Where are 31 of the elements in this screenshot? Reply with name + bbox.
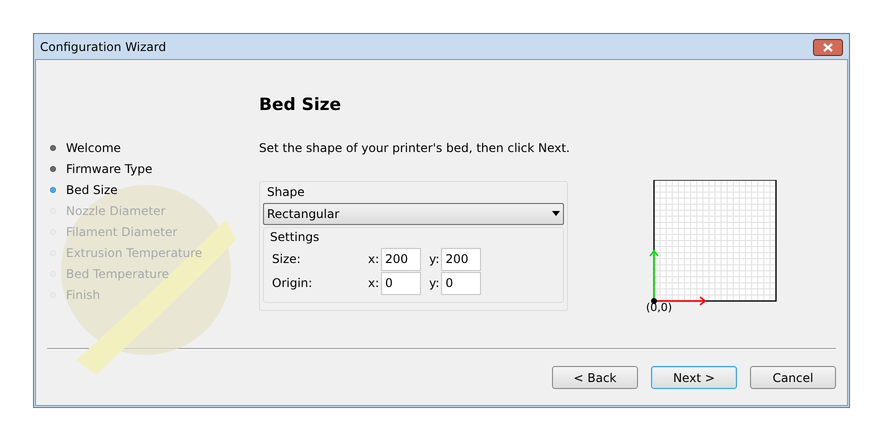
step-label: Finish bbox=[66, 286, 100, 304]
wizard-button[interactable]: Next > bbox=[651, 366, 737, 389]
step-label: Filament Diameter bbox=[66, 224, 178, 240]
window-title: Configuration Wizard bbox=[40, 39, 166, 56]
number-field[interactable]: 200 bbox=[441, 248, 482, 270]
field-label: Origin: bbox=[272, 275, 314, 292]
step-label: Firmware Type bbox=[66, 160, 152, 178]
group-legend: Shape bbox=[267, 182, 564, 200]
group-legend: Settings bbox=[270, 228, 555, 246]
wizard-button[interactable]: Cancel bbox=[750, 366, 836, 389]
number-field[interactable]: 200 bbox=[381, 248, 422, 270]
origin-label: (0,0) bbox=[646, 302, 674, 314]
step-label: Nozzle Diameter bbox=[66, 202, 166, 220]
axis-label: y: bbox=[429, 251, 440, 268]
field-label: Size: bbox=[272, 251, 302, 268]
axis-label: x: bbox=[368, 275, 380, 292]
shape-dropdown[interactable]: Rectangular bbox=[263, 202, 564, 224]
number-field[interactable]: 0 bbox=[381, 272, 422, 294]
step-label: Welcome bbox=[66, 140, 121, 156]
step-label: Bed Size bbox=[66, 182, 118, 198]
axis-label: x: bbox=[368, 251, 380, 268]
close-button[interactable] bbox=[813, 38, 843, 56]
instruction-text: Set the shape of your printer's bed, then click Next. bbox=[259, 140, 571, 156]
close-icon bbox=[823, 42, 833, 52]
caret-icon bbox=[552, 211, 560, 216]
axis-label: y: bbox=[429, 275, 440, 292]
wizard-button[interactable]: < Back bbox=[552, 366, 638, 389]
step-label: Extrusion Temperature bbox=[66, 244, 202, 262]
page-title: Bed Size bbox=[259, 94, 342, 117]
number-field[interactable]: 0 bbox=[441, 272, 482, 294]
step-label: Bed Temperature bbox=[66, 266, 170, 282]
